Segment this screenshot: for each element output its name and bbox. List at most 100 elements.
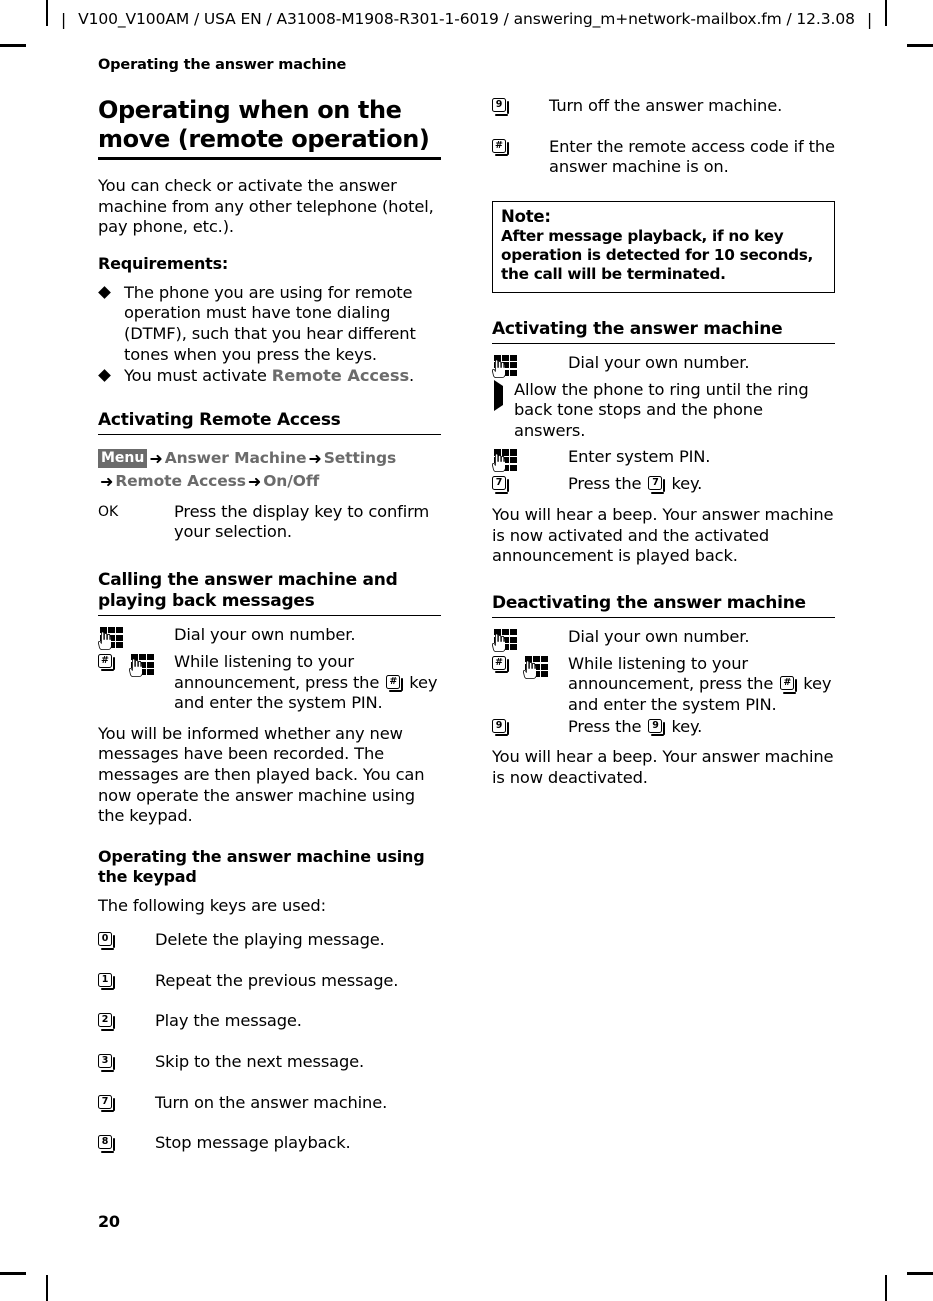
step-icon-slot: OK: [98, 502, 174, 520]
step-icon-slot: [492, 379, 514, 411]
step-icon-slot: 7: [492, 474, 568, 494]
key-description: Repeat the previous message.: [155, 970, 399, 990]
menu-item-settings[interactable]: Settings: [324, 449, 396, 467]
note-box: Note: After message playback, if no key …: [492, 200, 835, 293]
list-item: You must activate Remote Access.: [98, 366, 441, 387]
key-hash-icon-inline: #: [780, 676, 798, 694]
step-icon-slot: 0: [98, 930, 155, 950]
keypad-with-hand-icon: [492, 628, 518, 653]
left-column: Operating when on the move (remote opera…: [98, 96, 441, 1155]
step-enter-system-pin: Enter system PIN.: [492, 447, 835, 473]
step-icon-slot: #: [492, 137, 549, 157]
ui-term-remote-access: Remote Access: [271, 366, 410, 386]
right-column: 9 Turn off the answer machine. # Enter t…: [492, 96, 835, 788]
key-description: Enter the remote access code if the answ…: [549, 136, 835, 177]
key-hash-label: #: [386, 674, 401, 689]
hand-pointer-icon: [129, 658, 142, 677]
key-shadow-right: [113, 1138, 115, 1152]
header-rule-left: |: [60, 9, 67, 29]
keypad-key-list-continued: 9 Turn off the answer machine. # Enter t…: [492, 96, 835, 178]
list-item: # Enter the remote access code if the an…: [492, 137, 835, 178]
key-shadow-bottom: [101, 1069, 114, 1072]
key-shadow-right: [507, 101, 509, 114]
step-icon-slot: [492, 447, 568, 473]
key-7-icon: 7: [98, 1094, 115, 1113]
key-shadow-bottom: [651, 734, 664, 737]
key-label: 7: [648, 476, 663, 491]
crop-mark-bottom-left-vertical: [46, 1275, 48, 1301]
requirements-list: The phone you are using for remote opera…: [98, 283, 441, 387]
step-allow-phone-to-ring: Allow the phone to ring until the ring b…: [492, 379, 835, 442]
arrow-icon: ➜: [149, 448, 163, 468]
triangle-bullet-icon: [494, 379, 503, 411]
step-icon-slot: 3: [98, 1052, 155, 1072]
heading-deactivating-answer-machine: Deactivating the answer machine: [492, 593, 835, 618]
display-key-menu[interactable]: Menu: [98, 448, 148, 468]
key-shadow-bottom: [389, 690, 402, 693]
step-press-key-7: 7 Press the 7 key.: [492, 474, 835, 495]
key-description: Play the message.: [155, 1011, 302, 1031]
key-label: 9: [492, 718, 506, 733]
crop-mark-bottom-left-horizontal: [0, 1272, 26, 1275]
key-label: 2: [98, 1013, 112, 1028]
key-shadow-right: [507, 658, 509, 672]
step-text: Enter system PIN.: [568, 447, 711, 467]
key-shadow-bottom: [495, 491, 508, 494]
deactivating-paragraph: You will hear a beep. Your answer machin…: [492, 747, 834, 787]
key-description: Skip to the next message.: [155, 1052, 365, 1072]
key-shadow-right: [507, 479, 509, 493]
menu-item-on-off[interactable]: On/Off: [263, 472, 319, 490]
crop-mark-top-right-horizontal: [907, 44, 933, 47]
requirement-text: The phone you are using for remote opera…: [124, 282, 416, 364]
arrow-icon: ➜: [308, 448, 322, 468]
key-hash-icon: #: [492, 138, 509, 157]
key-shadow-right: [113, 1097, 115, 1111]
menu-item-answer-machine[interactable]: Answer Machine: [165, 449, 307, 467]
step-dial-own-number: Dial your own number.: [492, 627, 835, 653]
key-shadow-bottom: [101, 1110, 114, 1113]
heading-calling-answer-machine: Calling the answer machine and playing b…: [98, 570, 441, 616]
diamond-bullet-icon: [98, 285, 111, 299]
key-label: 7: [492, 476, 506, 491]
crop-mark-top-left-horizontal: [0, 44, 26, 47]
step-text-part2: key.: [666, 716, 703, 736]
key-label: 1: [98, 972, 112, 987]
key-7-icon-inline: 7: [648, 476, 666, 494]
running-section-title: Operating the answer machine: [98, 57, 347, 73]
menu-item-remote-access[interactable]: Remote Access: [115, 472, 246, 490]
key-label: 0: [98, 932, 112, 947]
step-text: While listening to your announcement, pr…: [568, 654, 835, 716]
display-key-ok[interactable]: OK: [98, 504, 118, 520]
document-file-header: | V100_V100AM / USA EN / A31008-M1908-R3…: [0, 6, 933, 32]
requirement-text-tail: .: [409, 366, 415, 386]
step-text-part1: Press the: [568, 474, 647, 494]
hand-pointer-icon: [523, 660, 536, 679]
step-icon-slot: 8: [98, 1133, 155, 1153]
deactivating-steps: Dial your own number. # While listening …: [492, 627, 835, 737]
step-text-part2: key.: [666, 474, 703, 494]
header-path-text: V100_V100AM / USA EN / A31008-M1908-R301…: [78, 10, 855, 28]
key-shadow-bottom: [495, 671, 508, 674]
key-label: #: [492, 138, 506, 153]
key-shadow-bottom: [495, 113, 508, 116]
key-label: 9: [492, 98, 506, 112]
keypad-with-hand-icon: [98, 626, 124, 651]
page-number: 20: [98, 1212, 120, 1231]
keypad-intro: The following keys are used:: [98, 895, 326, 915]
step-confirm-selection: OK Press the display key to confirm your…: [98, 502, 441, 543]
key-shadow-right: [795, 679, 798, 693]
step-icon-slot: 9: [492, 717, 568, 737]
key-description: Turn on the answer machine.: [155, 1092, 388, 1112]
activating-paragraph: You will hear a beep. Your answer machin…: [492, 505, 834, 566]
intro-paragraph: You can check or activate the answer mac…: [98, 176, 434, 237]
key-shadow-bottom: [101, 1028, 114, 1031]
key-2-icon: 2: [98, 1013, 115, 1031]
step-text-part1: While listening to your announcement, pr…: [568, 653, 779, 694]
hand-pointer-icon: [492, 633, 505, 652]
header-rule-right: |: [866, 9, 873, 29]
note-body: After message playback, if no key operat…: [501, 226, 814, 284]
list-item: 9 Turn off the answer machine.: [492, 96, 835, 117]
list-item: 2 Play the message.: [98, 1011, 441, 1032]
step-text: Dial your own number.: [174, 624, 356, 644]
requirements-heading: Requirements:: [98, 253, 229, 273]
